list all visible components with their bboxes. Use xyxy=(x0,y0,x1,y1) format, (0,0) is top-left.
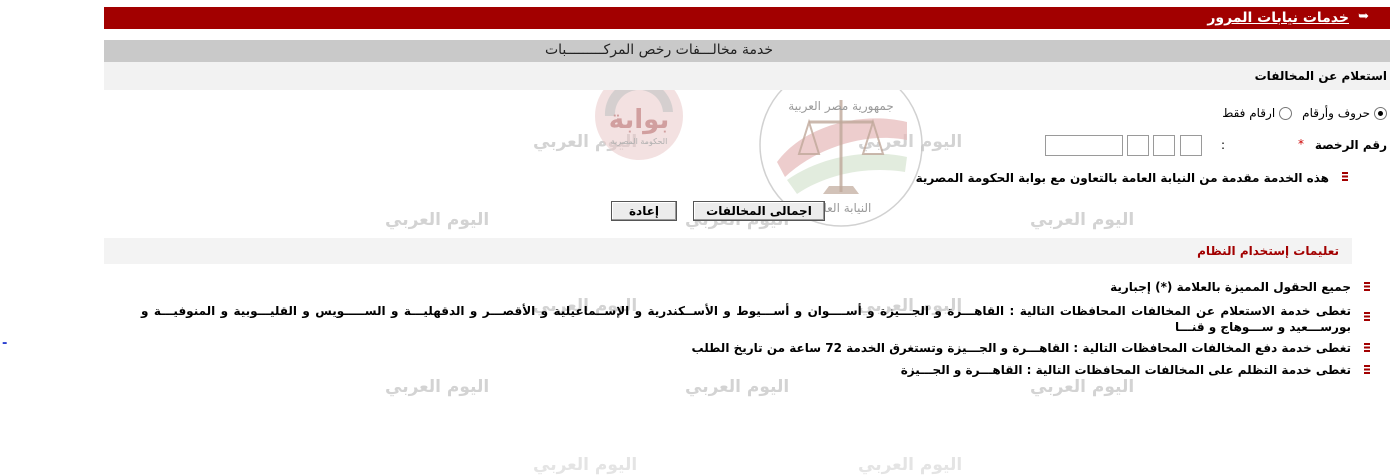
instruction-item: جميع الحقول المميزة بالعلامة (*) إجبارية xyxy=(1110,280,1351,294)
arrow-right-icon: ➥ xyxy=(1358,9,1369,24)
watermark-text: اليوم العربي xyxy=(1030,210,1135,230)
radio-letters-numbers-label: حروف وأرقام xyxy=(1302,106,1370,120)
watermark-text: اليوم العربي xyxy=(385,210,490,230)
gov-portal-logo-subtext: الحكومة المصرية xyxy=(611,137,668,146)
bullet-icon xyxy=(1364,343,1370,352)
traffic-prosecution-services-link[interactable]: خدمات نيابات المرور xyxy=(1207,10,1349,26)
header-bar xyxy=(104,7,1390,29)
instruction-item: تغطى خدمة التظلم على المخالفات المحافظات… xyxy=(900,363,1351,377)
license-number-label: رقم الرخصة xyxy=(1314,138,1387,152)
seal-top-text: جمهورية مصر العربية xyxy=(788,99,894,114)
bullet-icon xyxy=(1364,282,1370,291)
service-note: هذه الخدمة مقدمة من النيابة العامة بالتع… xyxy=(915,171,1329,185)
required-marker: * xyxy=(1298,137,1304,151)
instructions-header-bar xyxy=(104,238,1352,264)
radio-numbers-only-label: ارقام فقط xyxy=(1222,106,1276,120)
license-letter-input[interactable] xyxy=(1045,135,1123,156)
instruction-item: تغطى خدمة دفع المخالفات المحافظات التالي… xyxy=(691,341,1351,355)
watermark-text: اليوم العربي xyxy=(1030,377,1135,397)
label-separator: : xyxy=(1220,138,1225,152)
watermark-text: اليوم العربي xyxy=(533,455,638,475)
reset-button[interactable]: إعادة xyxy=(611,201,677,221)
watermark-text: اليوم العربي xyxy=(385,377,490,397)
bullet-icon xyxy=(1364,365,1370,374)
total-violations-button[interactable]: اجمالى المخالفات xyxy=(693,201,825,221)
bullet-icon xyxy=(1364,312,1370,321)
radio-letters-numbers[interactable] xyxy=(1374,106,1387,120)
gov-portal-logo-text: بوابة xyxy=(609,105,670,135)
instructions-title: تعليمات إستخدام النظام xyxy=(1197,244,1339,258)
side-dash-mark: - xyxy=(2,336,8,351)
watermark-text: اليوم العربي xyxy=(858,455,963,475)
watermark-text: اليوم العربي xyxy=(685,377,790,397)
instruction-item: تغطى خدمة الاستعلام عن المخالفات المحافظ… xyxy=(141,304,1351,334)
inquiry-title: استعلام عن المخالفات xyxy=(1254,69,1387,83)
search-mode-group: حروف وأرقام ارقام فقط xyxy=(1222,106,1387,120)
bullet-icon xyxy=(1342,172,1348,181)
service-title: خدمة مخالـــفات رخص المركـــــــــبات xyxy=(544,42,774,58)
license-letter-input[interactable] xyxy=(1127,135,1149,156)
inquiry-section-bar xyxy=(104,62,1390,90)
license-number-input[interactable] xyxy=(1180,135,1202,156)
radio-numbers-only[interactable] xyxy=(1279,106,1293,120)
license-letter-input[interactable] xyxy=(1153,135,1175,156)
